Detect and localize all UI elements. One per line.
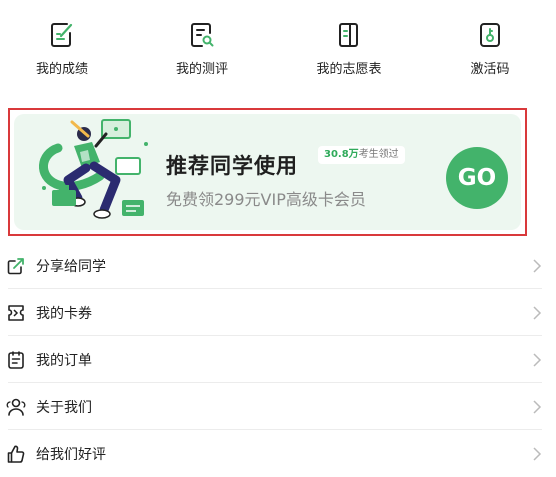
chevron-right-icon [533,447,542,461]
menu-item-label: 我的卡券 [36,306,92,322]
quick-link-my-volunteer-form[interactable]: 我的志愿表 [294,20,404,77]
evaluation-search-icon [191,23,214,47]
chevron-right-icon [533,259,542,273]
chevron-right-icon [533,353,542,367]
menu-list: 分享给同学 我的卡券 我的订单 关于我们 给我们好评 [0,242,556,477]
menu-item-label: 我的订单 [36,353,92,369]
quick-link-label: 激活码 [470,62,510,77]
quick-links-row: 我的成绩 我的测评 我的志愿表 激活码 [0,0,556,96]
menu-item-label: 分享给同学 [36,259,106,275]
quick-link-my-scores[interactable]: 我的成绩 [7,20,117,77]
quick-link-label: 我的成绩 [35,62,88,77]
menu-item-share[interactable]: 分享给同学 [0,242,556,289]
quick-link-activation-code[interactable]: 激活码 [435,20,545,77]
quick-link-label: 我的测评 [175,62,228,77]
volunteer-form-icon [339,23,358,47]
thumbs-up-icon [7,445,25,463]
menu-item-about-us[interactable]: 关于我们 [0,383,556,430]
order-icon [8,351,24,369]
menu-item-label: 关于我们 [36,400,92,416]
quick-link-my-evaluation[interactable]: 我的测评 [147,20,257,77]
menu-item-label: 给我们好评 [36,447,106,463]
menu-item-coupons[interactable]: 我的卡券 [0,289,556,336]
share-icon [7,258,24,275]
menu-item-orders[interactable]: 我的订单 [0,336,556,383]
chevron-right-icon [533,306,542,320]
coupon-icon [8,305,24,321]
chevron-right-icon [533,400,542,414]
report-edit-icon [51,23,73,47]
about-us-icon [6,398,26,416]
activation-code-icon [480,23,500,47]
menu-item-rate-us[interactable]: 给我们好评 [0,430,556,477]
highlight-outline [8,108,527,236]
quick-link-label: 我的志愿表 [316,62,382,77]
